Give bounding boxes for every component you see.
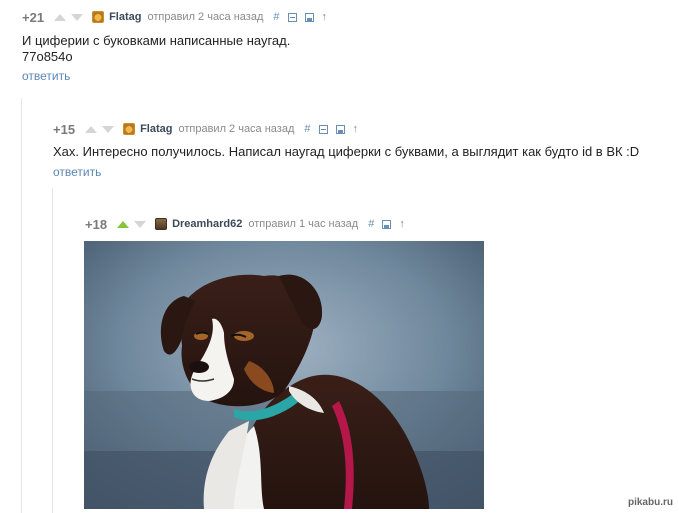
comment-rating: +18 <box>85 216 108 232</box>
comment-image[interactable] <box>84 241 484 509</box>
author-avatar[interactable] <box>92 11 105 23</box>
thread-line-level2 <box>52 188 53 513</box>
save-icon[interactable] <box>335 124 345 134</box>
watermark: pikabu.ru <box>627 497 673 508</box>
comment-text: Хах. Интересно получилось. Написал науга… <box>53 144 640 159</box>
comment-header: +15 Flatag отправил 2 часа назад # ↑ <box>53 120 673 138</box>
author-avatar[interactable] <box>155 218 168 230</box>
comment-header: +18 Dreamhard62 отправил 1 час назад # ↑ <box>85 215 675 233</box>
downvote-icon[interactable] <box>102 125 115 133</box>
downvote-icon[interactable] <box>134 220 147 228</box>
comment: +18 Dreamhard62 отправил 1 час назад # ↑ <box>85 215 675 233</box>
reply-link[interactable]: ответить <box>53 165 673 179</box>
upvote-icon[interactable] <box>85 125 98 133</box>
comment-text: И циферии с буковками написанные наугад.… <box>22 33 662 65</box>
comment-text-line: 77o854o <box>22 49 73 64</box>
comment-rating: +15 <box>53 121 76 137</box>
parent-arrow-icon[interactable]: ↑ <box>399 218 405 230</box>
comment: +15 Flatag отправил 2 часа назад # ↑ Хах… <box>53 120 673 180</box>
comment-text-line: И циферии с буковками написанные наугад. <box>22 33 291 48</box>
comment-time[interactable]: отправил 2 часа назад <box>178 123 294 135</box>
reply-link[interactable]: ответить <box>22 69 662 83</box>
dog-photo <box>84 241 484 509</box>
author-avatar[interactable] <box>123 123 136 135</box>
collapse-icon[interactable] <box>318 124 328 134</box>
upvote-icon[interactable] <box>54 13 67 21</box>
author-name[interactable]: Flatag <box>140 123 172 135</box>
comment-time[interactable]: отправил 2 часа назад <box>147 11 263 23</box>
author-name[interactable]: Dreamhard62 <box>172 218 242 230</box>
save-icon[interactable] <box>382 219 392 229</box>
parent-arrow-icon[interactable]: ↑ <box>322 11 328 23</box>
permalink-icon[interactable]: # <box>304 123 310 135</box>
permalink-icon[interactable]: # <box>273 11 279 23</box>
comment: +21 Flatag отправил 2 часа назад # ↑ И ц… <box>22 8 662 84</box>
upvote-icon[interactable] <box>117 220 130 228</box>
downvote-icon[interactable] <box>71 13 84 21</box>
comment-header: +21 Flatag отправил 2 часа назад # ↑ <box>22 8 662 26</box>
author-name[interactable]: Flatag <box>109 11 141 23</box>
save-icon[interactable] <box>304 12 314 22</box>
permalink-icon[interactable]: # <box>368 218 374 230</box>
thread-line-level1 <box>21 98 22 513</box>
comment-rating: +21 <box>22 9 45 25</box>
comment-time[interactable]: отправил 1 час назад <box>248 218 358 230</box>
parent-arrow-icon[interactable]: ↑ <box>353 123 359 135</box>
collapse-icon[interactable] <box>287 12 297 22</box>
